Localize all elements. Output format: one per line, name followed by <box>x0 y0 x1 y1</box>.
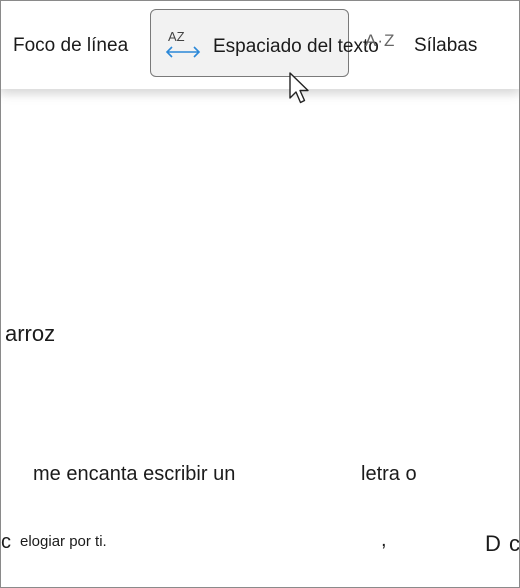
document-text-line2a: me encanta escribir un <box>33 463 236 485</box>
immersive-reader-window: Foco de línea AZ Espaciado del texto A·Z… <box>0 0 520 588</box>
document-text-line3c: , <box>381 529 387 551</box>
line-focus-button[interactable]: Foco de línea <box>13 35 128 57</box>
document-text-line1: arroz <box>5 321 56 346</box>
mouse-pointer-icon <box>289 72 309 104</box>
text-spacing-label: Espaciado del texto <box>213 36 379 57</box>
document-text-line3d: D <box>485 531 501 556</box>
syllables-button[interactable]: Sílabas <box>414 35 477 57</box>
document-text-line3a: c <box>1 531 11 553</box>
syllables-icon: A·Z <box>365 31 396 50</box>
text-spacing-icon: AZ <box>165 29 201 58</box>
document-text-line3e: c <box>509 531 520 556</box>
document-text-line3b: elogiar por ti. <box>20 533 107 550</box>
document-text-line2b: letra o <box>361 463 417 485</box>
text-spacing-button[interactable]: AZ Espaciado del texto <box>150 9 379 77</box>
text-spacing-icon-letters: AZ <box>168 29 185 44</box>
toolbar: Foco de línea AZ Espaciado del texto A·Z… <box>1 1 519 89</box>
